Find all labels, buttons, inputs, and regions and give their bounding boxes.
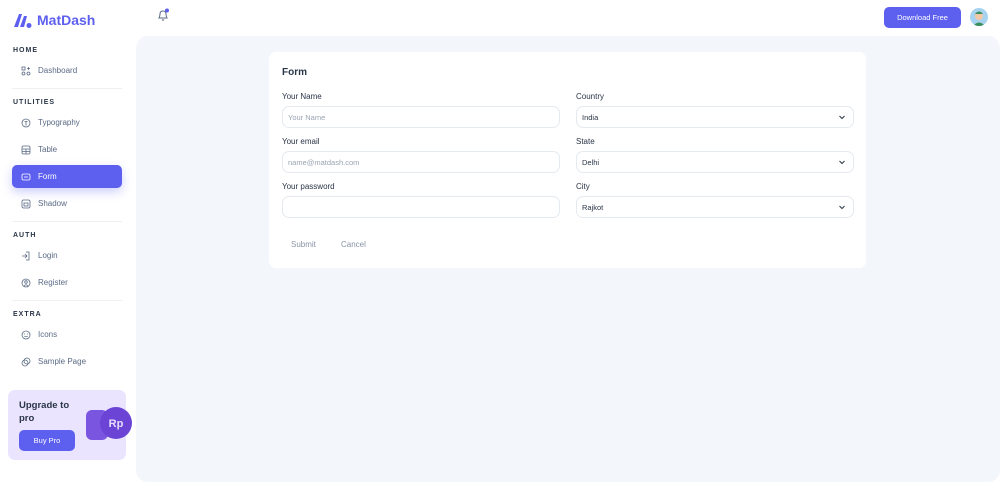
shadow-icon <box>21 199 31 208</box>
download-free-button[interactable]: Download Free <box>884 7 961 28</box>
email-input[interactable]: name@matdash.com <box>282 151 560 173</box>
upgrade-card: Upgrade to pro Buy Pro Rp <box>8 390 132 460</box>
smiley-icon <box>21 330 31 339</box>
form-card: Form Your Name Your Name Your email name… <box>269 52 866 268</box>
coin-text: Rp <box>109 418 124 430</box>
dashboard-icon <box>21 66 31 75</box>
table-icon <box>21 145 31 154</box>
divider <box>12 300 122 301</box>
sidebar-item-icons[interactable]: Icons <box>12 323 122 346</box>
login-icon <box>22 251 30 260</box>
country-value: India <box>582 112 599 122</box>
name-input[interactable]: Your Name <box>282 106 560 128</box>
sidebar-item-label: Icons <box>38 330 58 339</box>
email-placeholder: name@matdash.com <box>288 157 360 167</box>
section-home: HOME <box>13 47 38 54</box>
sidebar-item-label: Form <box>38 172 57 181</box>
logo[interactable]: MatDash <box>12 11 95 29</box>
name-label: Your Name <box>282 92 322 101</box>
city-value: Rajkot <box>582 202 604 212</box>
city-select[interactable]: Rajkot <box>576 196 854 218</box>
country-select[interactable]: India <box>576 106 854 128</box>
form-icon <box>21 173 31 180</box>
chevron-down-icon <box>839 115 845 120</box>
sidebar-item-login[interactable]: Login <box>12 244 122 267</box>
sidebar-item-form[interactable]: Form <box>12 165 122 188</box>
sidebar-item-label: Table <box>38 145 58 154</box>
sidebar-item-label: Login <box>38 251 58 260</box>
sidebar-item-label: Dashboard <box>38 66 78 75</box>
section-extra: EXTRA <box>13 311 42 318</box>
city-label: City <box>576 182 590 191</box>
sidebar-item-label: Typography <box>38 118 80 127</box>
user-circle-icon <box>21 278 31 287</box>
password-label: Your password <box>282 182 335 191</box>
sidebar-item-table[interactable]: Table <box>12 138 122 161</box>
sidebar-item-register[interactable]: Register <box>12 271 122 294</box>
bell-icon[interactable] <box>157 8 169 22</box>
divider <box>12 88 122 89</box>
sample-page-icon <box>21 357 31 366</box>
password-input[interactable] <box>282 196 560 218</box>
email-label: Your email <box>282 137 320 146</box>
cancel-button[interactable]: Cancel <box>341 240 366 249</box>
sidebar-item-label: Shadow <box>38 199 67 208</box>
coin-stack-icon: Rp <box>86 407 132 440</box>
logo-icon <box>14 14 32 28</box>
chevron-down-icon <box>839 160 845 165</box>
section-utilities: UTILITIES <box>13 99 56 106</box>
buy-pro-button[interactable]: Buy Pro <box>19 430 75 451</box>
divider <box>12 221 122 222</box>
chevron-down-icon <box>839 205 845 210</box>
state-value: Delhi <box>582 157 600 167</box>
sidebar-item-dashboard[interactable]: Dashboard <box>12 59 122 82</box>
avatar[interactable] <box>970 8 988 26</box>
section-auth: AUTH <box>13 232 37 239</box>
form-title: Form <box>282 67 307 78</box>
state-label: State <box>576 137 595 146</box>
brand-name: MatDash <box>37 12 96 28</box>
name-placeholder: Your Name <box>288 112 326 122</box>
upgrade-title: Upgrade to pro <box>19 400 70 424</box>
sidebar-item-label: Register <box>38 278 68 287</box>
sidebar-item-label: Sample Page <box>38 357 87 366</box>
submit-button[interactable]: Submit <box>291 240 316 249</box>
state-select[interactable]: Delhi <box>576 151 854 173</box>
sidebar-item-sample-page[interactable]: Sample Page <box>12 350 122 373</box>
sidebar-item-typography[interactable]: Typography <box>12 111 122 134</box>
sidebar-item-shadow[interactable]: Shadow <box>12 192 122 215</box>
country-label: Country <box>576 92 605 101</box>
typography-icon <box>21 118 31 127</box>
